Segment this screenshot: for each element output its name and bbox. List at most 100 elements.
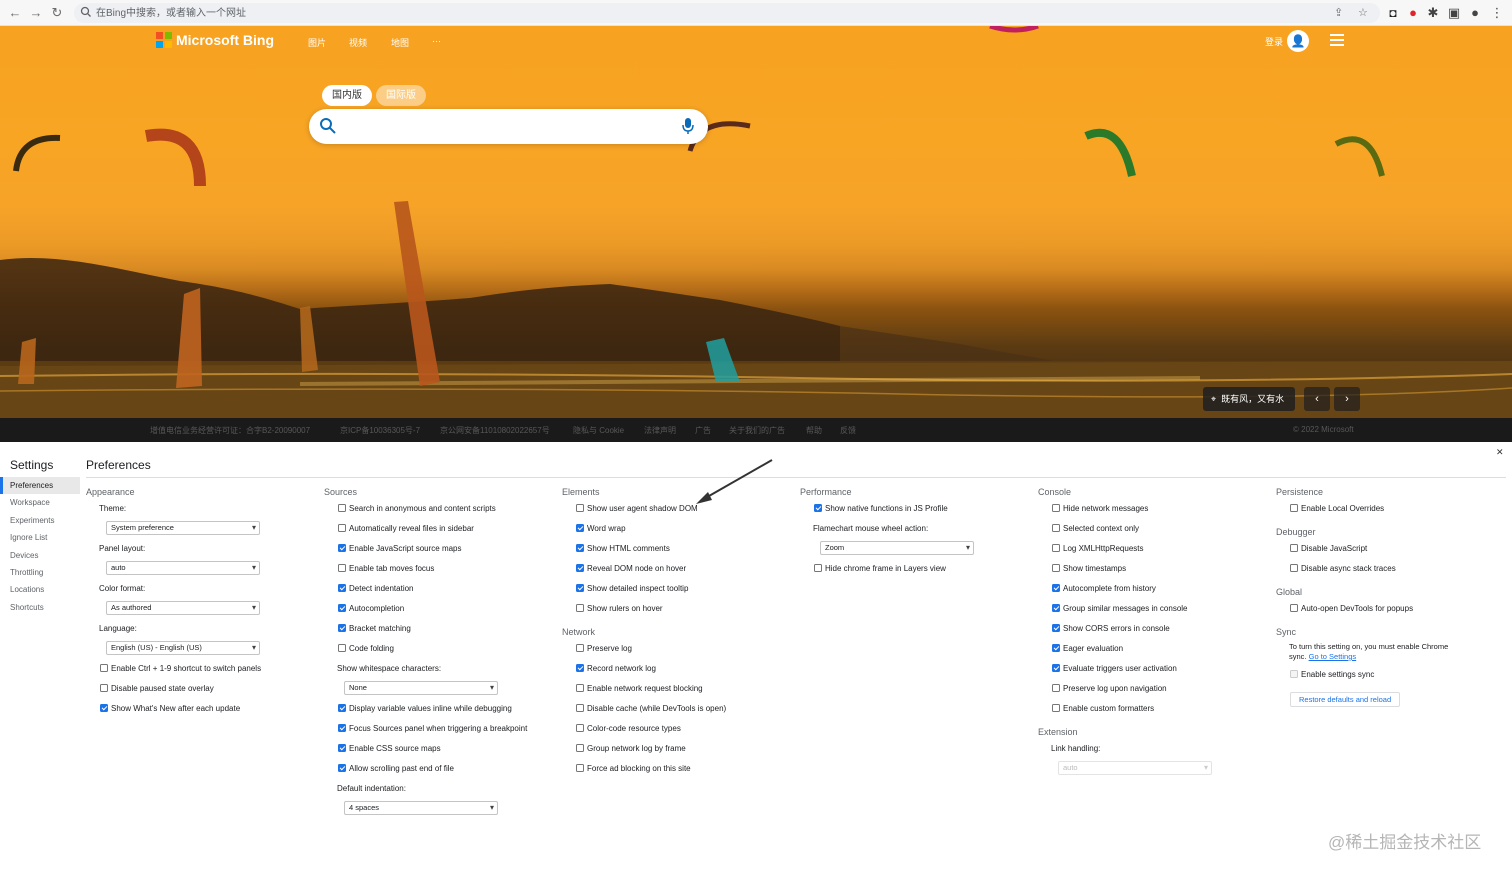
bing-search-box[interactable]: [309, 109, 708, 144]
checkbox-row[interactable]: Show What's New after each update: [86, 698, 316, 718]
checkbox-row[interactable]: Code folding: [324, 638, 554, 658]
indentation-select[interactable]: 4 spaces: [344, 801, 498, 815]
checkbox[interactable]: [576, 684, 584, 692]
checkbox-row[interactable]: Enable Ctrl + 1-9 shortcut to switch pan…: [86, 658, 316, 678]
checkbox[interactable]: [100, 664, 108, 672]
checkbox[interactable]: [576, 724, 584, 732]
checkbox-row[interactable]: Disable async stack traces: [1276, 558, 1506, 578]
checkbox[interactable]: [1052, 664, 1060, 672]
checkbox-row[interactable]: Show CORS errors in console: [1038, 618, 1268, 638]
theme-select[interactable]: System preference: [106, 521, 260, 535]
login-link[interactable]: 登录: [1265, 35, 1283, 48]
checkbox[interactable]: [338, 744, 346, 752]
checkbox-row[interactable]: Force ad blocking on this site: [562, 758, 792, 778]
checkbox-row[interactable]: Record network log: [562, 658, 792, 678]
checkbox[interactable]: [338, 624, 346, 632]
checkbox[interactable]: [1290, 604, 1298, 612]
checkbox[interactable]: [338, 564, 346, 572]
share-icon[interactable]: ⇪: [1334, 6, 1343, 19]
checkbox-row[interactable]: Eager evaluation: [1038, 638, 1268, 658]
checkbox[interactable]: [338, 524, 346, 532]
checkbox-row[interactable]: Display variable values inline while deb…: [324, 698, 554, 718]
bing-search-input[interactable]: [349, 118, 669, 136]
checkbox-row[interactable]: Disable JavaScript: [1276, 538, 1506, 558]
close-icon[interactable]: ✕: [1496, 447, 1504, 458]
nav-workspace[interactable]: Workspace: [0, 494, 80, 511]
checkbox[interactable]: [1052, 584, 1060, 592]
nav-ignore-list[interactable]: Ignore List: [0, 529, 80, 546]
checkbox[interactable]: [576, 604, 584, 612]
checkbox-row[interactable]: Show HTML comments: [562, 538, 792, 558]
footer-privacy[interactable]: 隐私与 Cookie: [573, 425, 624, 436]
footer-about-ads[interactable]: 关于我们的广告: [729, 425, 785, 436]
checkbox-row[interactable]: Hide chrome frame in Layers view: [800, 558, 1030, 578]
checkbox[interactable]: [576, 644, 584, 652]
checkbox-row[interactable]: Evaluate triggers user activation: [1038, 658, 1268, 678]
checkbox-row[interactable]: Show rulers on hover: [562, 598, 792, 618]
checkbox[interactable]: [1290, 544, 1298, 552]
footer-help[interactable]: 帮助: [806, 425, 822, 436]
reload-icon[interactable]: ↻: [48, 4, 66, 22]
scope-international-tab[interactable]: 国际版: [376, 85, 426, 106]
checkbox-row[interactable]: Show detailed inspect tooltip: [562, 578, 792, 598]
checkbox[interactable]: [100, 684, 108, 692]
checkbox[interactable]: [1052, 504, 1060, 512]
kebab-menu-icon[interactable]: ⋮: [1488, 4, 1506, 22]
checkbox[interactable]: [1052, 644, 1060, 652]
checkbox-row[interactable]: Search in anonymous and content scripts: [324, 498, 554, 518]
checkbox-row[interactable]: Hide network messages: [1038, 498, 1268, 518]
checkbox[interactable]: [338, 704, 346, 712]
address-input[interactable]: [96, 5, 1296, 21]
wheel-action-select[interactable]: Zoom: [820, 541, 974, 555]
checkbox-row[interactable]: Enable JavaScript source maps: [324, 538, 554, 558]
checkbox[interactable]: [338, 604, 346, 612]
checkbox[interactable]: [1052, 684, 1060, 692]
footer-police[interactable]: 京公网安备11010802022657号: [440, 425, 550, 436]
checkbox-row[interactable]: Word wrap: [562, 518, 792, 538]
whitespace-select[interactable]: None: [344, 681, 498, 695]
checkbox[interactable]: [576, 744, 584, 752]
checkbox[interactable]: [338, 584, 346, 592]
microphone-icon[interactable]: [681, 117, 695, 135]
nav-experiments[interactable]: Experiments: [0, 512, 80, 529]
hamburger-menu-icon[interactable]: [1330, 34, 1344, 49]
opera-icon[interactable]: ●: [1404, 4, 1422, 22]
checkbox[interactable]: [1052, 604, 1060, 612]
checkbox-row[interactable]: Automatically reveal files in sidebar: [324, 518, 554, 538]
nav-maps[interactable]: 地图: [391, 36, 409, 49]
scope-domestic-tab[interactable]: 国内版: [322, 85, 372, 106]
go-to-settings-link[interactable]: Go to Settings: [1309, 652, 1357, 661]
checkbox[interactable]: [1052, 564, 1060, 572]
sidepanel-icon[interactable]: ▣: [1445, 4, 1463, 22]
checkbox[interactable]: [1290, 564, 1298, 572]
image-caption[interactable]: ⌖ 既有风，又有水: [1203, 387, 1296, 411]
checkbox-row[interactable]: Group network log by frame: [562, 738, 792, 758]
nav-shortcuts[interactable]: Shortcuts: [0, 599, 80, 616]
nav-throttling[interactable]: Throttling: [0, 564, 80, 581]
checkbox[interactable]: [100, 704, 108, 712]
checkbox[interactable]: [1290, 504, 1298, 512]
bing-logo[interactable]: Microsoft Bing: [156, 32, 274, 48]
checkbox-row[interactable]: Enable Local Overrides: [1276, 498, 1506, 518]
language-select[interactable]: English (US) - English (US): [106, 641, 260, 655]
checkbox-row[interactable]: Enable CSS source maps: [324, 738, 554, 758]
nav-more[interactable]: ···: [432, 36, 441, 46]
checkbox-row[interactable]: Autocompletion: [324, 598, 554, 618]
checkbox-row[interactable]: Preserve log upon navigation: [1038, 678, 1268, 698]
checkbox[interactable]: [338, 544, 346, 552]
footer-feedback[interactable]: 反馈: [840, 425, 856, 436]
search-icon[interactable]: [319, 117, 337, 135]
checkbox-row[interactable]: Enable custom formatters: [1038, 698, 1268, 718]
checkbox[interactable]: [1052, 544, 1060, 552]
checkbox-row[interactable]: Show native functions in JS Profile: [800, 498, 1030, 518]
checkbox[interactable]: [1052, 704, 1060, 712]
checkbox-row[interactable]: Focus Sources panel when triggering a br…: [324, 718, 554, 738]
forward-icon[interactable]: →: [27, 4, 45, 22]
checkbox-row[interactable]: Reveal DOM node on hover: [562, 558, 792, 578]
checkbox[interactable]: [576, 664, 584, 672]
checkbox-row[interactable]: Color-code resource types: [562, 718, 792, 738]
footer-ads[interactable]: 广告: [695, 425, 711, 436]
footer-icp[interactable]: 京ICP备10036305号-7: [340, 425, 420, 436]
checkbox[interactable]: [576, 524, 584, 532]
extension-square-icon[interactable]: ◘: [1384, 4, 1402, 22]
